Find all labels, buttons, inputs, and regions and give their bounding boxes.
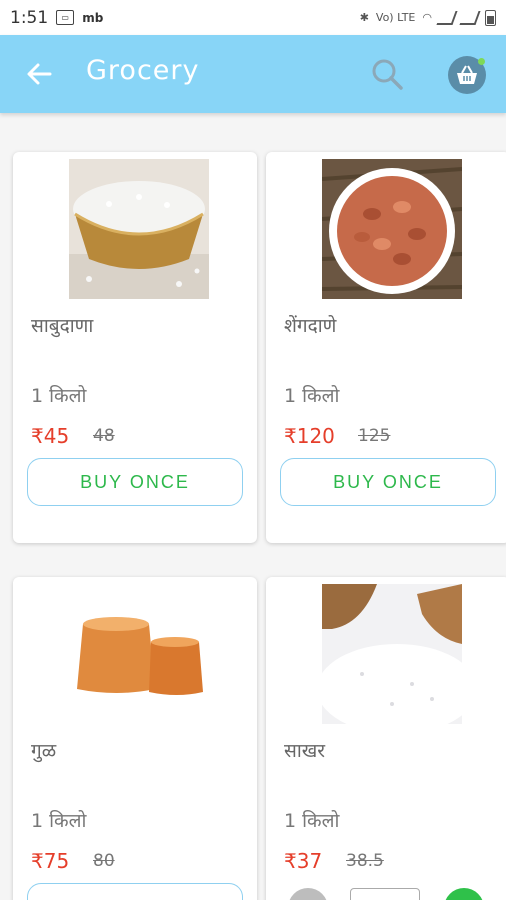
product-card[interactable]: शेंगदाणे 1 किलो ₹120 125 BUY ONCE <box>266 152 506 543</box>
status-bar: 1:51 ▭ mb ✱ Vo) LTE ◠ <box>0 0 506 35</box>
clock: 1:51 <box>10 7 49 28</box>
increase-quantity-button[interactable] <box>444 888 484 900</box>
product-image-jaggery <box>69 584 209 724</box>
back-arrow-icon[interactable] <box>24 59 54 89</box>
product-mrp: 38.5 <box>346 851 384 871</box>
wifi-icon: ◠ <box>422 11 432 24</box>
product-mrp: 48 <box>93 426 115 446</box>
product-quantity: 1 किलो <box>284 810 340 832</box>
search-icon[interactable] <box>370 57 404 91</box>
signal-icon <box>436 10 458 25</box>
product-image-sago <box>69 159 209 299</box>
product-image-peanuts <box>322 159 462 299</box>
product-name: साखर <box>284 740 326 762</box>
product-price: ₹37 <box>284 849 323 873</box>
product-mrp: 125 <box>358 426 391 446</box>
quantity-field[interactable] <box>350 888 420 900</box>
notification-icon: ▭ <box>56 10 75 25</box>
basket-icon <box>457 65 477 84</box>
product-quantity: 1 किलो <box>31 810 87 832</box>
product-quantity: 1 किलो <box>31 385 87 407</box>
product-quantity: 1 किलो <box>284 385 340 407</box>
page-title: Grocery <box>86 55 200 86</box>
product-image-sugar <box>322 584 462 724</box>
carrier-tag: mb <box>82 10 104 25</box>
cart-button[interactable] <box>448 56 486 94</box>
product-price: ₹120 <box>284 424 335 448</box>
product-mrp: 80 <box>93 851 115 871</box>
product-name: गुळ <box>31 740 57 762</box>
app-bar: Grocery <box>0 35 506 113</box>
product-name: साबुदाणा <box>31 315 94 337</box>
product-price: ₹45 <box>31 424 70 448</box>
product-price: ₹75 <box>31 849 70 873</box>
product-grid: साबुदाणा 1 किलो ₹45 48 BUY ONCE शेंगदाणे… <box>0 113 506 900</box>
decrease-quantity-button[interactable] <box>288 888 328 900</box>
product-card[interactable]: साबुदाणा 1 किलो ₹45 48 BUY ONCE <box>13 152 257 543</box>
buy-once-button[interactable]: BUY ONCE <box>280 458 496 506</box>
buy-once-button[interactable]: BUY ONCE <box>27 883 243 900</box>
product-card[interactable]: साखर 1 किलो ₹37 38.5 <box>266 577 506 900</box>
product-card[interactable]: गुळ 1 किलो ₹75 80 BUY ONCE <box>13 577 257 900</box>
cart-badge-dot <box>478 58 485 65</box>
buy-once-button[interactable]: BUY ONCE <box>27 458 243 506</box>
bluetooth-icon: ✱ <box>359 11 369 24</box>
battery-icon <box>485 9 496 26</box>
signal-icon-2 <box>459 10 481 25</box>
product-name: शेंगदाणे <box>284 315 337 337</box>
network-label: Vo) LTE <box>375 11 416 24</box>
